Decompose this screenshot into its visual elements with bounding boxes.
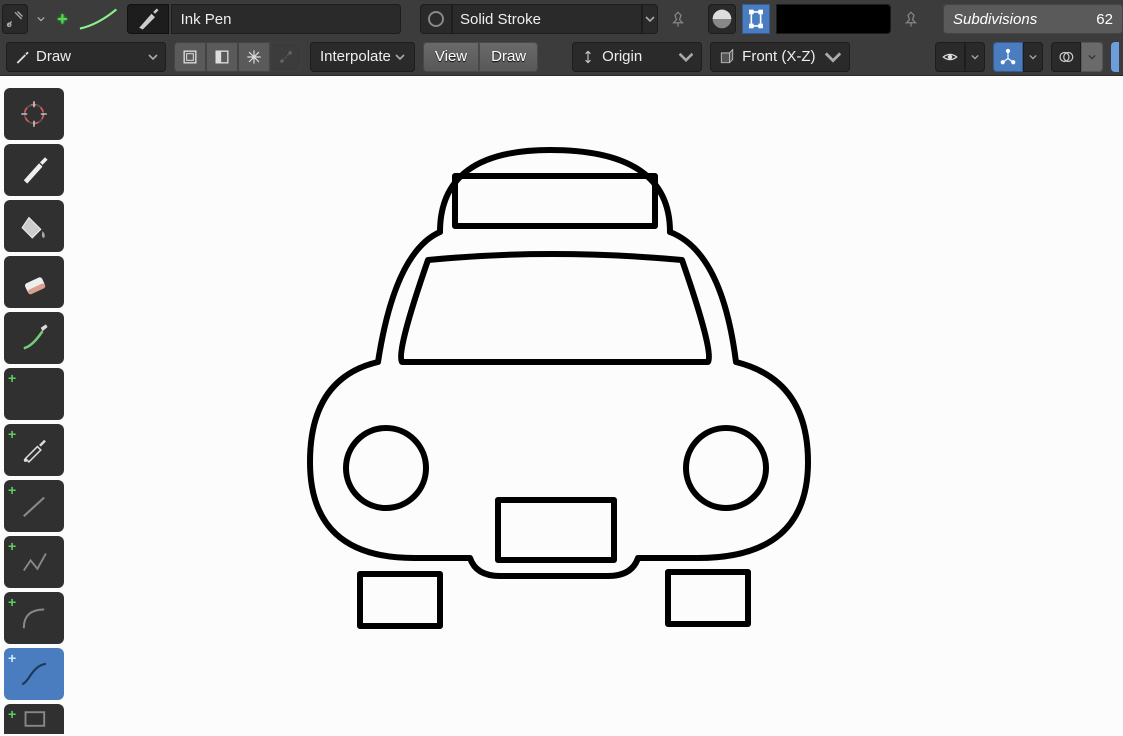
cutter-tool[interactable]: + xyxy=(4,368,64,420)
subdivisions-value: 62 xyxy=(1096,11,1113,28)
brush-icon xyxy=(127,4,169,34)
select-star-toggle[interactable] xyxy=(238,42,270,72)
box-tool[interactable]: + xyxy=(4,704,64,734)
car-drawing xyxy=(300,142,820,642)
stroke-preview xyxy=(78,4,121,34)
select-path-toggle[interactable] xyxy=(270,42,302,72)
sphere-mode-button[interactable] xyxy=(708,4,736,34)
overlay-dropdown[interactable] xyxy=(1081,42,1103,72)
erase-tool[interactable] xyxy=(4,256,64,308)
arc-tool[interactable]: + xyxy=(4,592,64,644)
material-swatch xyxy=(420,4,452,34)
pin-color-button[interactable] xyxy=(897,4,925,34)
header-row-1: + Ink Pen Solid Stroke xyxy=(0,0,1123,38)
select-toggle-cluster xyxy=(174,42,302,72)
gizmo-toggle-button[interactable] xyxy=(993,42,1023,72)
header-row-2: Draw Interpolate View Draw Origin xyxy=(0,38,1123,76)
stroke-color-field[interactable] xyxy=(776,4,891,34)
fill-tool[interactable] xyxy=(4,200,64,252)
brush-settings-dropdown[interactable] xyxy=(34,4,47,34)
view-button[interactable]: View xyxy=(423,42,479,72)
line-tool[interactable]: + xyxy=(4,480,64,532)
subdivisions-label: Subdivisions xyxy=(953,11,1037,28)
material-selector[interactable]: Solid Stroke xyxy=(420,4,658,34)
material-dropdown[interactable] xyxy=(642,4,658,34)
mode-label: Draw xyxy=(36,48,142,65)
draw-button[interactable]: Draw xyxy=(479,42,538,72)
pin-material-button[interactable] xyxy=(664,4,692,34)
draw-tool[interactable] xyxy=(4,144,64,196)
visibility-dropdown[interactable] xyxy=(965,42,985,72)
visibility-eye-button[interactable] xyxy=(935,42,965,72)
select-box-toggle[interactable] xyxy=(174,42,206,72)
material-name-field[interactable]: Solid Stroke xyxy=(452,4,642,34)
tint-tool[interactable] xyxy=(4,312,64,364)
eyedropper-tool[interactable]: + xyxy=(4,424,64,476)
stroke-origin-selector[interactable]: Origin xyxy=(572,42,702,72)
left-toolbar: + + + + + + + xyxy=(4,88,64,734)
brush-selector[interactable]: Ink Pen xyxy=(127,4,401,34)
interpolate-menu[interactable]: Interpolate xyxy=(310,42,415,72)
curve-tool[interactable]: + xyxy=(4,648,64,700)
subdivisions-field[interactable]: Subdivisions 62 xyxy=(943,4,1123,34)
mode-selector[interactable]: Draw xyxy=(6,42,166,72)
add-brush-button[interactable]: + xyxy=(53,4,72,34)
polyline-tool[interactable]: + xyxy=(4,536,64,588)
xray-toggle-partial[interactable] xyxy=(1111,42,1119,72)
brush-settings-button[interactable] xyxy=(2,4,28,34)
overlay-toggle-button[interactable] xyxy=(1051,42,1081,72)
brush-name-field[interactable]: Ink Pen xyxy=(171,4,401,34)
cursor-tool[interactable] xyxy=(4,88,64,140)
header-right-cluster xyxy=(935,42,1123,72)
view-draw-toggle: View Draw xyxy=(423,42,538,72)
vertex-color-mode-button[interactable] xyxy=(742,4,770,34)
draw-plane-selector[interactable]: Front (X-Z) xyxy=(710,42,850,72)
select-edge-toggle[interactable] xyxy=(206,42,238,72)
gizmo-dropdown[interactable] xyxy=(1023,42,1043,72)
